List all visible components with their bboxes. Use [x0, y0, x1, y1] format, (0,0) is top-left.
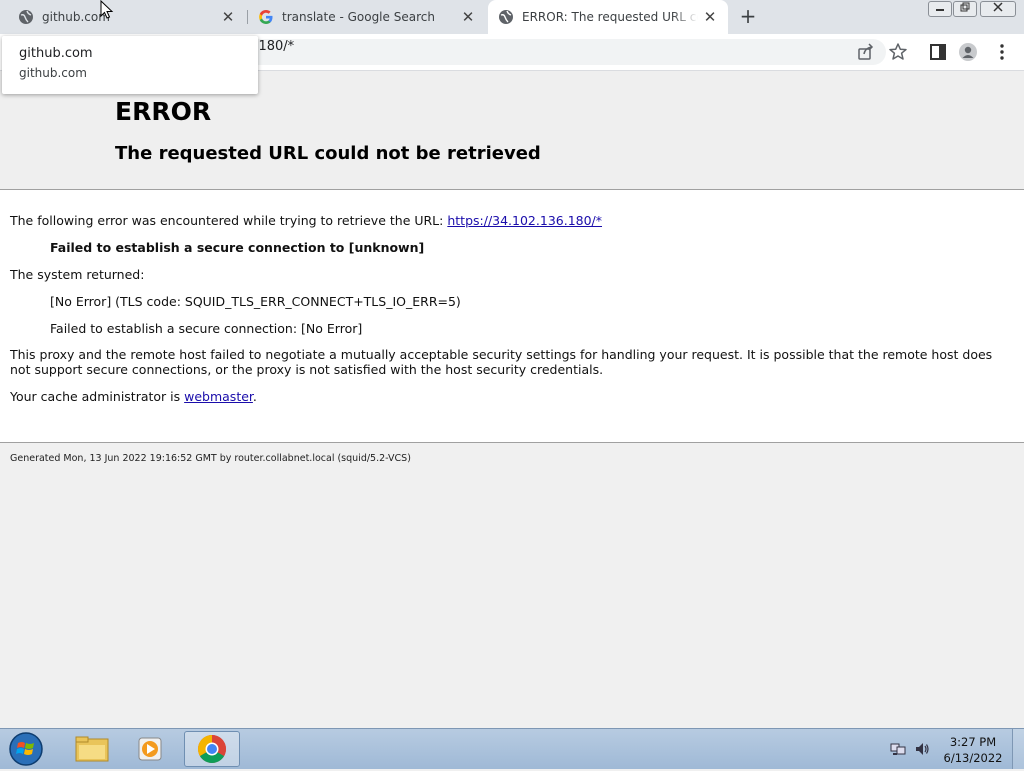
error-failed-message: Failed to establish a secure connection …: [50, 240, 425, 255]
new-tab-button[interactable]: +: [736, 5, 760, 29]
error-title: ERROR: [115, 97, 212, 126]
error-body: The following error was encountered whil…: [0, 190, 1024, 443]
cache-admin-suffix: .: [252, 389, 257, 404]
share-icon[interactable]: [856, 42, 876, 62]
tab-title: github.com: [42, 10, 110, 24]
globe-icon: [19, 10, 33, 24]
proxy-explanation: This proxy and the remote host failed to…: [10, 347, 993, 377]
close-icon[interactable]: ✕: [460, 9, 476, 25]
window-close-button[interactable]: [980, 1, 1016, 17]
webmaster-link[interactable]: webmaster: [184, 389, 253, 404]
more-menu-icon[interactable]: [992, 42, 1012, 62]
hover-card-domain: github.com: [19, 66, 87, 80]
system-clock[interactable]: 3:27 PM 6/13/2022: [940, 734, 1006, 766]
cache-admin-line: Your cache administrator is webmaster.: [10, 389, 257, 404]
windows-taskbar: 3:27 PM 6/13/2022: [0, 728, 1024, 769]
taskbar-media-player[interactable]: [124, 731, 180, 767]
close-icon[interactable]: ✕: [220, 9, 236, 25]
google-icon: [259, 10, 273, 24]
taskbar-explorer[interactable]: [64, 731, 120, 767]
profile-avatar-icon[interactable]: [958, 42, 978, 62]
intro-text: The following error was encountered whil…: [10, 213, 448, 228]
volume-icon[interactable]: [914, 741, 930, 757]
tab-github[interactable]: github.com ✕: [8, 0, 246, 34]
tls-error-code: [No Error] (TLS code: SQUID_TLS_ERR_CONN…: [50, 294, 461, 309]
folder-icon: [75, 736, 109, 762]
error-subtitle: The requested URL could not be retrieved: [115, 143, 541, 164]
media-player-icon: [138, 737, 162, 761]
show-desktop-button[interactable]: [1012, 729, 1024, 769]
tab-strip: github.com ✕ translate - Google Search ✕…: [0, 0, 1024, 34]
requested-url-link[interactable]: https://34.102.136.180/*: [447, 213, 602, 228]
taskbar-chrome[interactable]: [184, 731, 240, 767]
clock-date: 6/13/2022: [943, 751, 1003, 765]
generated-footer: Generated Mon, 13 Jun 2022 19:16:52 GMT …: [10, 453, 411, 464]
cache-admin-text: Your cache administrator is: [10, 389, 185, 404]
tab-google-search[interactable]: translate - Google Search ✕: [248, 0, 486, 34]
close-icon: [993, 2, 1003, 12]
page-content: ERROR The requested URL could not be ret…: [0, 71, 1024, 728]
chrome-icon: [198, 735, 226, 763]
secure-connection-error: Failed to establish a secure connection:…: [50, 321, 363, 336]
tab-title: ERROR: The requested URL could not be re…: [522, 10, 698, 24]
tab-hover-card: github.com github.com: [2, 36, 258, 94]
minimize-icon: [936, 9, 944, 11]
hover-card-title: github.com: [19, 46, 93, 61]
tab-error-page[interactable]: ERROR: The requested URL could not be re…: [488, 0, 728, 34]
system-returned-label: The system returned:: [10, 267, 145, 282]
tab-title: translate - Google Search: [282, 10, 435, 24]
mouse-cursor-icon: [100, 0, 114, 19]
network-icon[interactable]: [890, 741, 906, 757]
minimize-button[interactable]: [928, 1, 952, 17]
error-intro: The following error was encountered whil…: [10, 213, 602, 228]
side-panel-icon[interactable]: [928, 42, 948, 62]
windows-start-icon[interactable]: [6, 731, 46, 767]
restore-icon: [960, 2, 970, 12]
bookmark-star-icon[interactable]: [888, 42, 908, 62]
globe-icon: [499, 10, 513, 24]
restore-button[interactable]: [953, 1, 977, 17]
close-icon[interactable]: ✕: [702, 9, 718, 25]
clock-time: 3:27 PM: [949, 735, 997, 749]
